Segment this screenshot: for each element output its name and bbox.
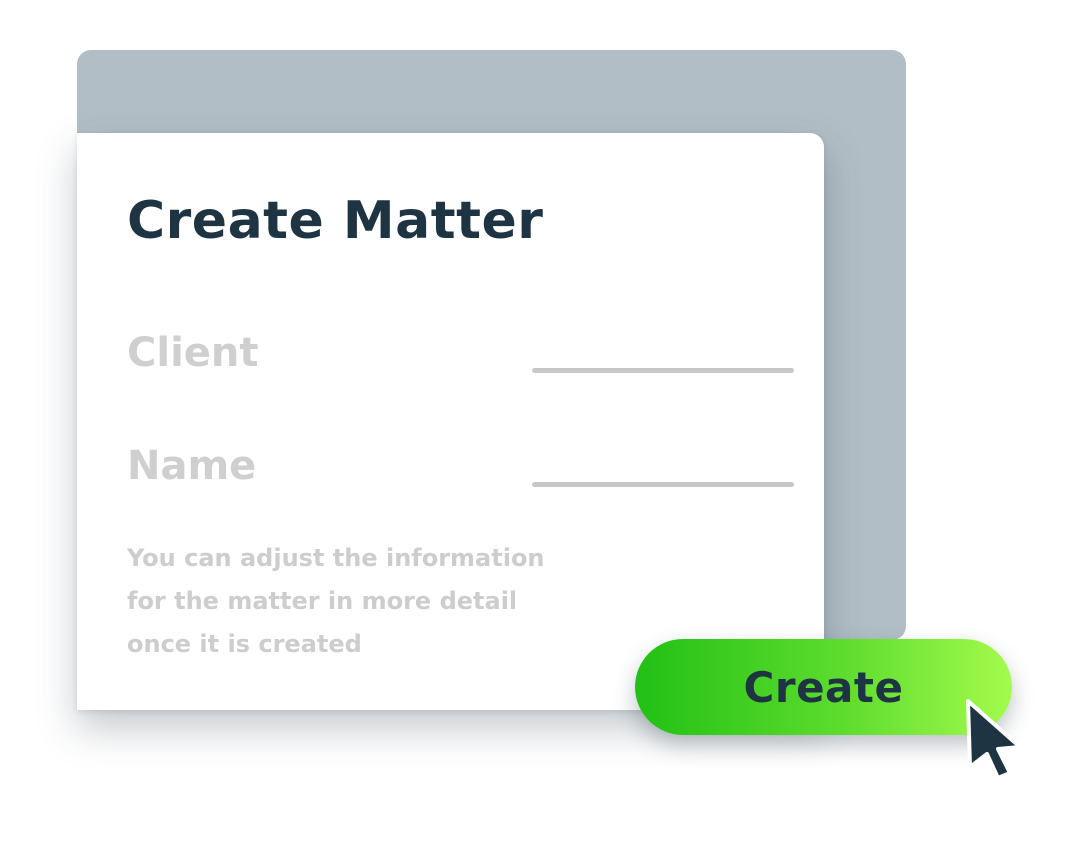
help-text: You can adjust the information for the m… <box>127 537 597 666</box>
create-button-label: Create <box>743 662 904 712</box>
create-matter-dialog: Create Matter Client Name You can adjust… <box>77 133 824 710</box>
mouse-pointer-icon <box>966 699 1022 780</box>
help-text-line: for the matter in more detail <box>127 587 518 615</box>
create-button[interactable]: Create <box>635 639 1012 735</box>
client-field-label: Client <box>127 330 259 376</box>
name-field-label: Name <box>127 443 257 489</box>
help-text-line: once it is created <box>127 630 362 658</box>
name-input[interactable] <box>532 482 794 487</box>
dialog-title: Create Matter <box>127 191 544 251</box>
help-text-line: You can adjust the information <box>127 544 545 572</box>
client-input[interactable] <box>532 368 794 373</box>
